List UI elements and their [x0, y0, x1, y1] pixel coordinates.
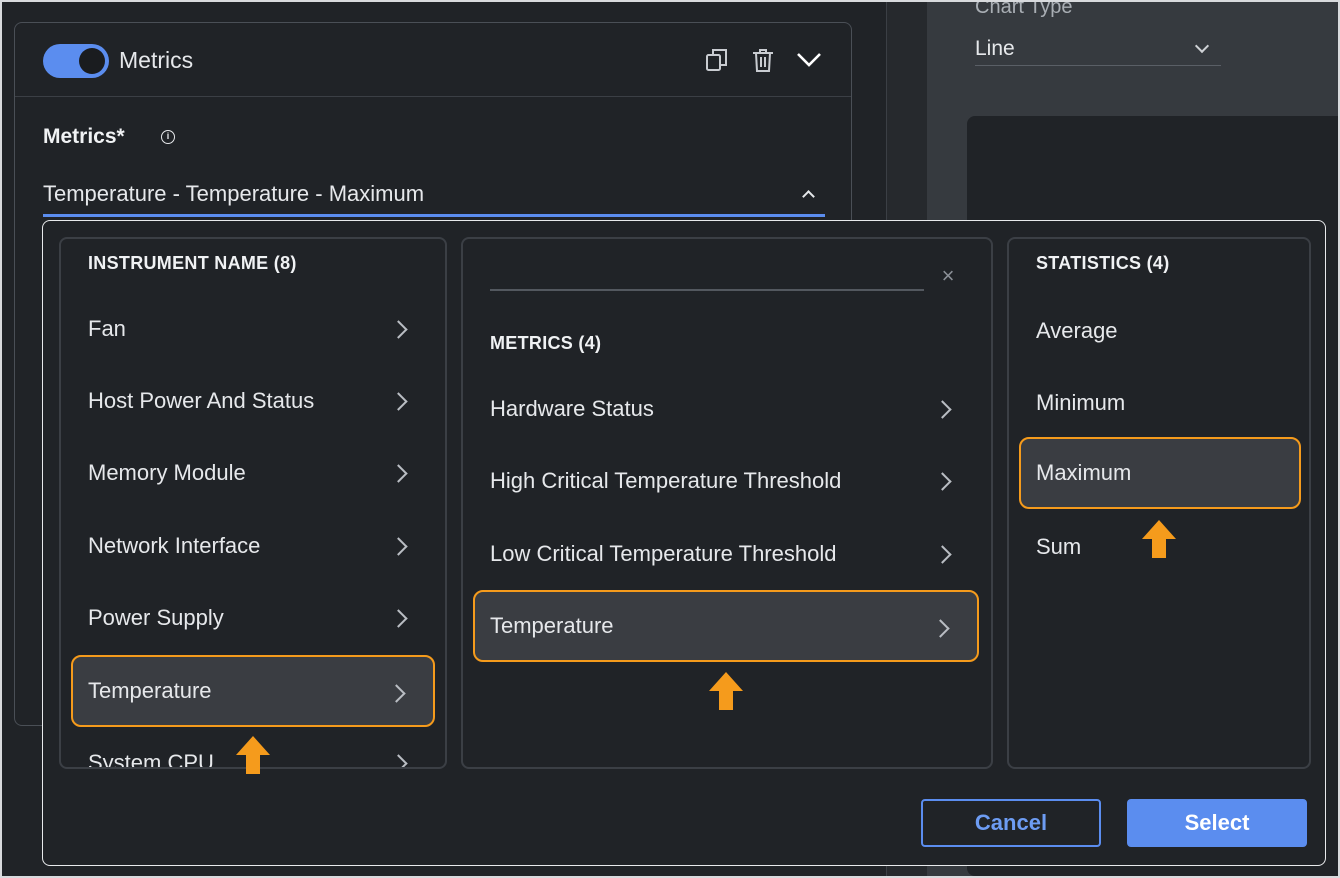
trash-icon[interactable]: [751, 47, 775, 73]
list-item[interactable]: Fan: [71, 293, 435, 365]
list-item[interactable]: Average: [1019, 295, 1301, 367]
list-item-label: Fan: [88, 316, 126, 341]
arrow-up-icon: [1142, 520, 1176, 558]
cancel-button[interactable]: Cancel: [921, 799, 1101, 847]
list-item-label: Low Critical Temperature Threshold: [490, 541, 837, 566]
arrow-up-icon: [236, 736, 270, 774]
metrics-field-label: Metrics*: [43, 125, 125, 148]
list-item-label: Network Interface: [88, 533, 261, 558]
select-button[interactable]: Select: [1127, 799, 1307, 847]
list-item[interactable]: Low Critical Temperature Threshold: [473, 518, 979, 590]
chart-type-label: Chart Type: [975, 2, 1073, 18]
chart-type-value: Line: [975, 36, 1015, 60]
list-item-label: Maximum: [1036, 460, 1132, 485]
list-item[interactable]: Network Interface: [71, 510, 435, 582]
chevron-right-icon: [387, 684, 406, 703]
column-heading: INSTRUMENT NAME (8): [88, 253, 297, 273]
instrument-name-column: INSTRUMENT NAME (8) Fan Host Power And S…: [59, 237, 447, 769]
list-item[interactable]: Memory Module: [71, 437, 435, 509]
chevron-right-icon: [389, 537, 408, 556]
app-window: Chart Type Line Metrics Metrics* i Tempe…: [2, 2, 1338, 876]
list-item[interactable]: Hardware Status: [473, 373, 979, 445]
list-item-label: Power Supply: [88, 605, 224, 630]
list-item[interactable]: High Critical Temperature Threshold: [473, 445, 979, 517]
list-item-label: High Critical Temperature Threshold: [490, 468, 842, 493]
arrow-up-icon: [709, 672, 743, 710]
copy-icon[interactable]: [705, 47, 729, 73]
chevron-right-icon: [933, 400, 952, 419]
panel-title: Metrics: [119, 47, 194, 73]
chevron-right-icon: [931, 619, 950, 638]
chevron-down-icon[interactable]: [795, 49, 823, 69]
list-item-label: Temperature: [490, 613, 614, 638]
list-item-label: Hardware Status: [490, 396, 654, 421]
info-icon[interactable]: i: [161, 130, 175, 144]
metric-select-value: Temperature - Temperature - Maximum: [43, 180, 425, 206]
column-heading: METRICS (4): [490, 333, 602, 353]
chart-type-select[interactable]: Line: [975, 32, 1221, 66]
metric-picker-dialog: INSTRUMENT NAME (8) Fan Host Power And S…: [42, 220, 1326, 866]
chevron-right-icon: [389, 464, 408, 483]
chevron-right-icon: [389, 609, 408, 628]
list-item-selected[interactable]: Temperature: [473, 590, 979, 662]
column-heading: STATISTICS (4): [1036, 253, 1170, 273]
chevron-down-icon: [1194, 38, 1210, 53]
chevron-up-icon: [802, 190, 815, 203]
list-item-label: Memory Module: [88, 460, 246, 485]
list-item-label: Minimum: [1036, 390, 1126, 415]
chevron-right-icon: [933, 472, 952, 491]
metrics-toggle[interactable]: [43, 44, 109, 78]
list-item-label: Sum: [1036, 534, 1082, 559]
metrics-search-input[interactable]: [490, 289, 924, 291]
chevron-right-icon: [933, 545, 952, 564]
toggle-knob: [79, 48, 105, 74]
list-item[interactable]: Minimum: [1019, 367, 1301, 439]
list-item-label: Average: [1036, 318, 1118, 343]
chevron-right-icon: [389, 392, 408, 411]
list-item-selected[interactable]: Maximum: [1019, 437, 1301, 509]
list-item[interactable]: Host Power And Status: [71, 365, 435, 437]
chevron-right-icon: [389, 754, 408, 767]
list-item-label: Host Power And Status: [88, 388, 315, 413]
list-item-selected[interactable]: Temperature: [71, 655, 435, 727]
metrics-panel-header: Metrics: [15, 23, 851, 97]
statistics-column: STATISTICS (4) Average Minimum Maximum S…: [1007, 237, 1311, 769]
chevron-right-icon: [389, 320, 408, 339]
list-item[interactable]: Power Supply: [71, 582, 435, 654]
list-item-label: System CPU: [88, 750, 214, 769]
list-item-label: Temperature: [88, 678, 212, 703]
close-icon[interactable]: ×: [937, 265, 959, 287]
metric-select-field[interactable]: Temperature - Temperature - Maximum: [43, 173, 825, 217]
